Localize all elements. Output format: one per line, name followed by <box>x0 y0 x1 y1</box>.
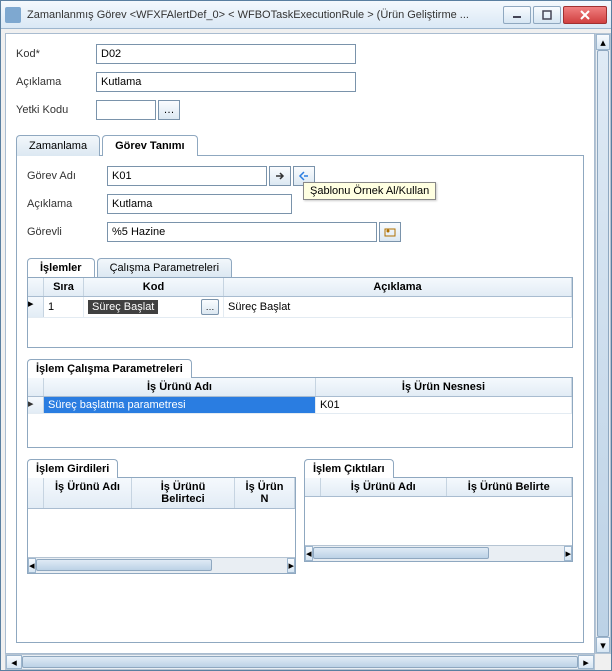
col-kod[interactable]: Kod <box>84 278 224 296</box>
app-icon <box>5 7 21 23</box>
col-is-urun-nesnesi[interactable]: İş Ürün Nesnesi <box>316 378 572 396</box>
scroll-right-button[interactable]: ▸ <box>287 558 295 573</box>
gorevli-lookup-button[interactable] <box>379 222 401 242</box>
window: Zamanlanmış Görev <WFXFAlertDef_0> < WFB… <box>0 0 612 671</box>
window-title: Zamanlanmış Görev <WFXFAlertDef_0> < WFB… <box>27 9 503 21</box>
titlebar[interactable]: Zamanlanmış Görev <WFXFAlertDef_0> < WFB… <box>1 1 611 29</box>
inputs-grid[interactable]: İş Ürünü Adı İş Ürünü Belirteci İş Ürün … <box>27 477 296 574</box>
yetki-lookup-button[interactable]: … <box>158 100 180 120</box>
gorev-aciklama-label: Açıklama <box>27 198 107 210</box>
scroll-left-button[interactable]: ◂ <box>28 558 36 573</box>
col-ad[interactable]: İş Ürünü Adı <box>44 478 132 508</box>
outputs-title: İşlem Çıktıları <box>304 459 394 478</box>
islemler-grid[interactable]: Sıra Kod Açıklama ▸ 1 Süreç Başlat … <box>27 277 573 348</box>
col-sira[interactable]: Sıra <box>44 278 84 296</box>
kod-lookup-button[interactable]: … <box>201 299 219 315</box>
icp-title: İşlem Çalışma Parametreleri <box>27 359 192 378</box>
scroll-up-button[interactable]: ▴ <box>596 34 610 50</box>
scrollbar-track[interactable] <box>596 50 610 637</box>
row-selector-header[interactable] <box>28 278 44 296</box>
cell-aciklama[interactable]: Süreç Başlat <box>224 297 572 317</box>
kod-label: Kod* <box>16 48 96 60</box>
row-selector-header[interactable] <box>28 378 44 396</box>
scroll-right-button[interactable]: ▸ <box>578 655 594 669</box>
gorevli-input[interactable] <box>107 222 377 242</box>
row-selector-header[interactable] <box>28 478 44 508</box>
cell-sira[interactable]: 1 <box>44 297 84 317</box>
scroll-right-button[interactable]: ▸ <box>564 546 572 561</box>
horizontal-scrollbar[interactable]: ◂ ▸ <box>5 654 595 670</box>
row-selector-header[interactable] <box>305 478 321 496</box>
row-indicator[interactable]: ▸ <box>28 297 44 317</box>
col-belirtec[interactable]: İş Ürünü Belirte <box>447 478 573 496</box>
cell-nesne[interactable]: K01 <box>316 397 572 413</box>
scroll-left-button[interactable]: ◂ <box>305 546 313 561</box>
close-button[interactable] <box>563 6 607 24</box>
cell-ad[interactable]: Süreç başlatma parametresi <box>44 397 316 413</box>
col-nesne[interactable]: İş Ürün N <box>235 478 295 508</box>
vertical-scrollbar[interactable]: ▴ ▾ <box>595 33 611 654</box>
sub-tabstrip: İşlemler Çalışma Parametreleri <box>27 258 573 277</box>
main-tabstrip: Zamanlama Görev Tanımı <box>16 134 584 156</box>
yetki-label: Yetki Kodu <box>16 104 96 116</box>
tab-zamanlama[interactable]: Zamanlama <box>16 135 100 156</box>
minimize-button[interactable] <box>503 6 531 24</box>
scroll-down-button[interactable]: ▾ <box>596 637 610 653</box>
cell-kod[interactable]: Süreç Başlat … <box>84 297 224 317</box>
scrollbar-track[interactable] <box>36 558 288 573</box>
outputs-grid[interactable]: İş Ürünü Adı İş Ürünü Belirte ◂ ▸ <box>304 477 573 562</box>
col-belirtec[interactable]: İş Ürünü Belirteci <box>132 478 235 508</box>
gorev-aciklama-input[interactable] <box>107 194 292 214</box>
forward-button[interactable] <box>269 166 291 186</box>
col-ad[interactable]: İş Ürünü Adı <box>321 478 447 496</box>
table-row[interactable]: ▸ Süreç başlatma parametresi K01 <box>28 397 572 414</box>
gorev-adi-input[interactable] <box>107 166 267 186</box>
aciklama-label: Açıklama <box>16 76 96 88</box>
template-tooltip: Şablonu Örnek Al/Kullan <box>303 182 436 200</box>
tab-gorev-tanimi[interactable]: Görev Tanımı <box>102 135 197 156</box>
gorevli-label: Görevli <box>27 226 107 238</box>
col-aciklama[interactable]: Açıklama <box>224 278 572 296</box>
subtab-islemler[interactable]: İşlemler <box>27 258 95 277</box>
content-panel: Kod* Açıklama Yetki Kodu … Zamanlama Gör… <box>5 33 595 654</box>
aciklama-input[interactable] <box>96 72 356 92</box>
scrollbar-track[interactable] <box>22 655 578 669</box>
tab-body: Görev Adı Şablonu Örnek Al/Kullan Açıkla… <box>16 156 584 643</box>
subtab-parametreler[interactable]: Çalışma Parametreleri <box>97 258 232 277</box>
maximize-button[interactable] <box>533 6 561 24</box>
table-row[interactable]: ▸ 1 Süreç Başlat … Süreç Başlat <box>28 297 572 318</box>
cell-kod-value: Süreç Başlat <box>88 300 158 314</box>
row-indicator[interactable]: ▸ <box>28 397 44 413</box>
yetki-input[interactable] <box>96 100 156 120</box>
gorev-adi-label: Görev Adı <box>27 170 107 182</box>
kod-input[interactable] <box>96 44 356 64</box>
scrollbar-track[interactable] <box>313 546 565 561</box>
col-is-urunu-adi[interactable]: İş Ürünü Adı <box>44 378 316 396</box>
inputs-title: İşlem Girdileri <box>27 459 118 478</box>
icp-grid[interactable]: İş Ürünü Adı İş Ürün Nesnesi ▸ Süreç baş… <box>27 377 573 448</box>
scroll-left-button[interactable]: ◂ <box>6 655 22 669</box>
